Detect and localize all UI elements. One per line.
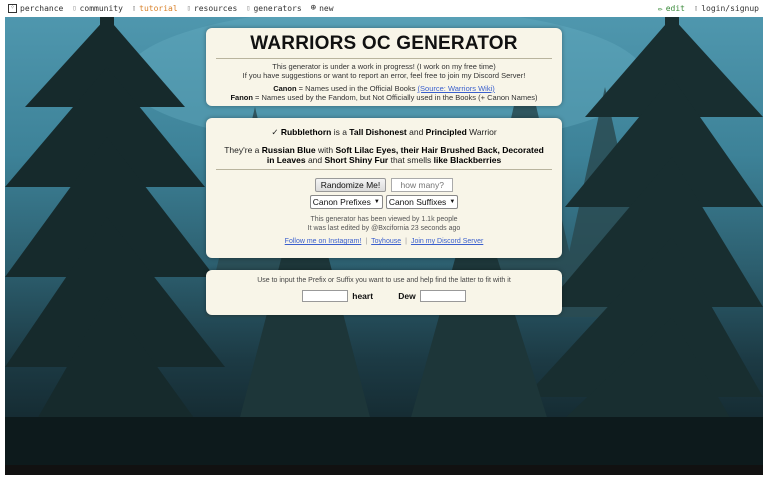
divider (216, 58, 552, 59)
nav-resources[interactable]: ▯ resources (187, 4, 238, 13)
prefix-select-value: Canon Prefixes (312, 197, 371, 207)
nav-community-label: community (79, 3, 123, 13)
social-links: Follow me on Instagram! | Toyhouse | Joi… (206, 238, 562, 245)
result-text: and (406, 127, 426, 137)
nav-tutorial[interactable]: ▯ tutorial (132, 4, 178, 13)
canon-label: Canon (273, 84, 297, 93)
check-icon: ✓ (271, 127, 279, 137)
result-text: They're a (224, 145, 262, 155)
fitter-prefix-word: Dew (398, 291, 416, 301)
nav-generators-label: generators (253, 3, 302, 13)
divider (216, 169, 552, 170)
user-icon: ▯ (693, 4, 699, 12)
nav-edit-label: edit (665, 3, 685, 13)
result-fur: Short Shiny Fur (324, 155, 389, 165)
canon-text: = Names used in the Official Books (296, 84, 418, 93)
canon-source-link[interactable]: (Source: Warriors Wiki) (418, 84, 495, 93)
fanon-text: = Names used by the Fandom, but Not Offi… (252, 93, 538, 102)
name-type-selects: Canon Prefixes ▼ Canon Suffixes ▼ (206, 195, 562, 209)
result-trait1: Tall Dishonest (349, 127, 407, 137)
result-rank: Warrior (466, 127, 497, 137)
separator: | (365, 238, 368, 245)
result-description: They're a Russian Blue with Soft Lilac E… (220, 145, 548, 165)
canon-definition: Canon = Names used in the Official Books… (206, 84, 562, 93)
result-text: is a (331, 127, 350, 137)
nav-login[interactable]: ▯ login/signup (694, 4, 759, 13)
plus-circle-icon: ⊕ (310, 3, 317, 13)
chevron-down-icon: ▼ (449, 199, 456, 205)
generate-controls: Randomize Me! (206, 178, 562, 192)
how-many-input[interactable] (391, 178, 454, 192)
name-fitter-panel: Use to input the Prefix or Suffix you wa… (206, 270, 562, 315)
wip-note: This generator is under a work in progre… (272, 62, 496, 71)
result-text: with (315, 145, 336, 155)
header-panel: WARRIORS OC GENERATOR This generator is … (206, 28, 562, 106)
nav-resources-label: resources (193, 3, 238, 13)
nav-tutorial-label: tutorial (139, 3, 178, 13)
resources-icon: ▯ (186, 4, 191, 12)
suffix-fit-input[interactable] (419, 290, 466, 302)
nav-edit[interactable]: ✏ edit (658, 4, 685, 13)
result-name: Rubblethorn (280, 127, 332, 137)
view-count: This generator has been viewed by 1.1k p… (310, 216, 458, 223)
result-text: and (305, 155, 325, 165)
community-icon: ▯ (72, 4, 77, 12)
top-nav: ⁘ perchance ▯ community ▯ tutorial ▯ res… (0, 0, 768, 16)
pencil-icon: ✏ (657, 3, 663, 13)
prefix-fit-input[interactable] (302, 290, 349, 302)
nav-brand[interactable]: ⁘ perchance (8, 3, 64, 13)
chevron-down-icon: ▼ (373, 199, 380, 205)
nav-new[interactable]: ⊕ new (311, 3, 334, 13)
suggest-note: If you have suggestions or want to repor… (242, 71, 526, 80)
prefix-select[interactable]: Canon Prefixes ▼ (309, 195, 383, 209)
nav-generators[interactable]: ▯ generators (246, 4, 301, 13)
generator-panel: ✓ Rubblethorn is a Tall Dishonest and Pr… (206, 118, 562, 258)
page-title: WARRIORS OC GENERATOR (250, 33, 518, 54)
generator-stats: This generator has been viewed by 1.1k p… (206, 216, 562, 233)
fitter-help: Use to input the Prefix or Suffix you wa… (257, 277, 511, 284)
perchance-logo-icon: ⁘ (8, 3, 17, 13)
instagram-link[interactable]: Follow me on Instagram! (285, 238, 362, 245)
randomize-button[interactable]: Randomize Me! (314, 178, 387, 192)
fanon-label: Fanon (230, 93, 253, 102)
separator: | (405, 238, 407, 245)
toyhouse-link[interactable]: Toyhouse (371, 238, 401, 245)
nav-new-label: new (319, 3, 334, 13)
discord-link[interactable]: Join my Discord Server (411, 238, 483, 245)
nav-community[interactable]: ▯ community (72, 4, 123, 13)
fitter-suffix-word: heart (352, 291, 374, 301)
result-trait2: Principled (425, 127, 467, 137)
result-text: that smells (388, 155, 434, 165)
nav-login-label: login/signup (701, 3, 759, 13)
result-breed: Russian Blue (261, 145, 316, 155)
suffix-select-value: Canon Suffixes (388, 197, 447, 207)
result-scent: like Blackberries (433, 155, 502, 165)
tutorial-icon: ▯ (131, 4, 137, 12)
generators-icon: ▯ (246, 4, 251, 12)
nav-brand-label: perchance (20, 3, 64, 13)
result-summary: ✓ Rubblethorn is a Tall Dishonest and Pr… (206, 127, 562, 138)
fanon-definition: Fanon = Names used by the Fandom, but No… (206, 93, 562, 102)
last-edited: It was last edited by @Bxcifornia 23 sec… (307, 224, 461, 232)
fitter-row: heart Dew (206, 290, 562, 302)
suffix-select[interactable]: Canon Suffixes ▼ (385, 195, 459, 209)
